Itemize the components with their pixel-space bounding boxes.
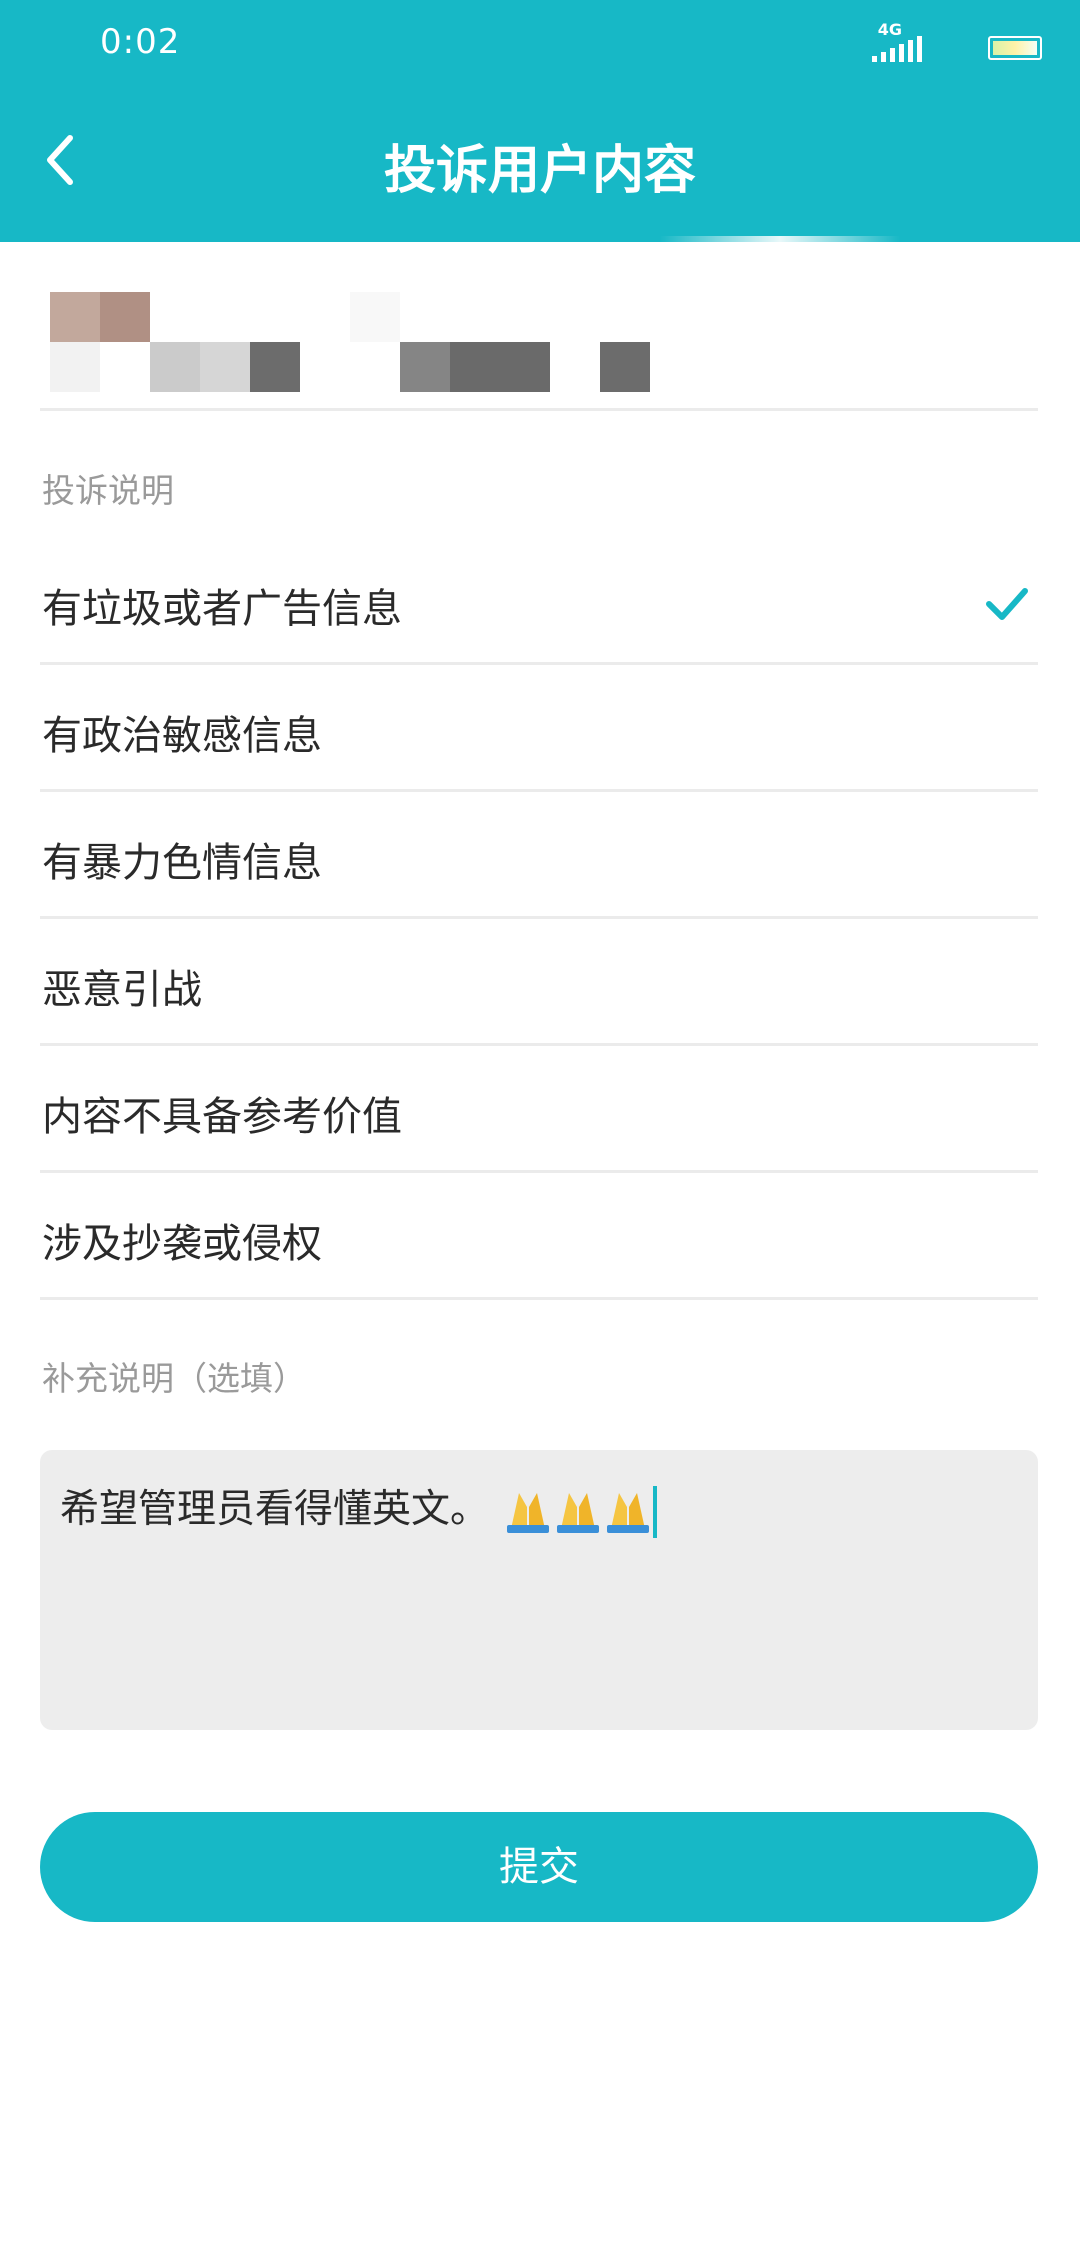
complaint-option-label: 涉及抄袭或侵权	[42, 1221, 322, 1267]
header-glow	[660, 236, 900, 242]
folded-hands-icon	[557, 1492, 600, 1533]
reported-content-preview	[40, 292, 1040, 412]
folded-hands-icon	[607, 1492, 650, 1533]
checkmark-icon	[986, 588, 1028, 620]
complaint-option[interactable]: 有垃圾或者广告信息	[0, 538, 1080, 665]
complaint-option-label: 有暴力色情信息	[42, 840, 322, 886]
complaint-section-label: 投诉说明	[42, 471, 174, 510]
status-time: 0:02	[100, 22, 181, 62]
complaint-option[interactable]: 恶意引战	[0, 919, 1080, 1046]
complaint-option-label: 恶意引战	[42, 967, 202, 1013]
supplement-textarea[interactable]: 希望管理员看得懂英文。	[40, 1450, 1038, 1730]
complaint-option-label: 内容不具备参考价值	[42, 1094, 402, 1140]
complaint-option[interactable]: 有暴力色情信息	[0, 792, 1080, 919]
page-title: 投诉用户内容	[383, 141, 696, 201]
complaint-option-label: 有垃圾或者广告信息	[42, 586, 402, 632]
complaint-option[interactable]: 有政治敏感信息	[0, 665, 1080, 792]
folded-hands-icon	[507, 1492, 550, 1533]
app-header: 0:02 4G 投诉用户内容	[0, 0, 1080, 242]
option-divider	[40, 1297, 1038, 1300]
complaint-option[interactable]: 内容不具备参考价值	[0, 1046, 1080, 1173]
preview-divider	[40, 408, 1038, 411]
complaint-option-label: 有政治敏感信息	[42, 713, 322, 759]
status-indicators: 4G	[842, 20, 1042, 62]
signal-icon	[872, 34, 932, 62]
supplement-text: 希望管理员看得懂英文。	[60, 1487, 490, 1532]
submit-button[interactable]: 提交	[40, 1812, 1038, 1922]
complaint-option[interactable]: 涉及抄袭或侵权	[0, 1173, 1080, 1300]
text-cursor	[653, 1485, 658, 1538]
supplement-textarea-value: 希望管理员看得懂英文。	[60, 1478, 658, 1538]
supplement-section-label: 补充说明（选填）	[42, 1359, 306, 1398]
battery-icon	[988, 36, 1042, 60]
